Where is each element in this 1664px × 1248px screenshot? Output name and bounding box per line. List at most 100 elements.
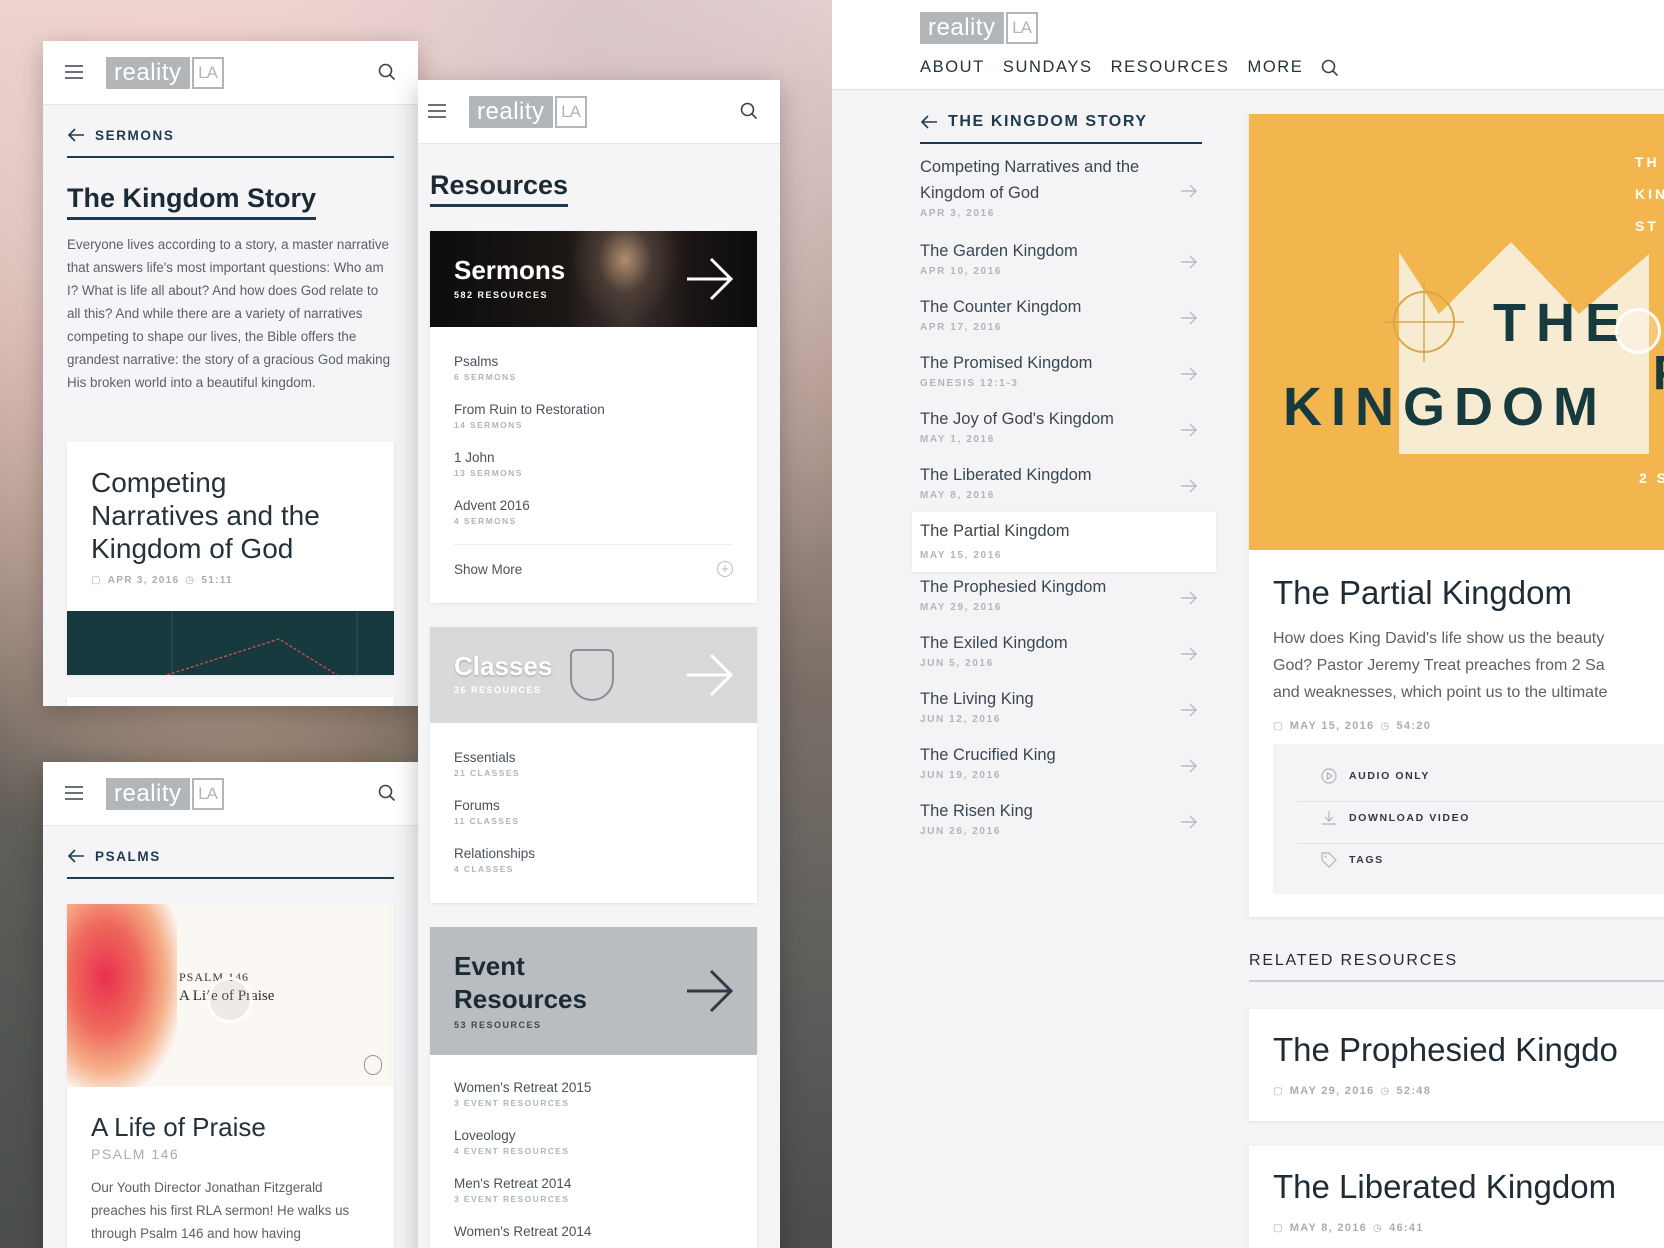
list-item[interactable]: Advent 2016 4 SERMONS	[454, 498, 530, 526]
heart-emblem-icon	[364, 1055, 382, 1075]
sermon-card-subtitle: PSALM 146	[91, 1146, 180, 1162]
list-item[interactable]: Men's Retreat 2014 3 EVENT RESOURCES	[454, 1176, 571, 1204]
list-item[interactable]: Loveology 4 EVENT RESOURCES	[454, 1128, 569, 1156]
divider	[67, 156, 394, 158]
sermon-list-item[interactable]: The Promised Kingdom GENESIS 12:1-3	[912, 344, 1216, 400]
search-icon[interactable]	[378, 784, 396, 802]
sermon-list-item-title: The Prophesied Kingdom	[920, 578, 1107, 596]
events-banner-count: 53 RESOURCES	[454, 1020, 542, 1030]
back-to-kingdom-story-link[interactable]: THE KINGDOM STORY	[920, 113, 1148, 131]
list-item[interactable]: Forums 11 CLASSES	[454, 798, 520, 826]
kingdom-story-artwork[interactable]: THE KINGDOM TH KIN ST P 2 S	[1249, 114, 1664, 550]
divider	[920, 142, 1202, 144]
sermon-list-item[interactable]: The Liberated Kingdom MAY 8, 2016	[912, 456, 1216, 512]
list-item[interactable]: Women's Retreat 2014	[454, 1224, 591, 1239]
hamburger-menu-icon[interactable]	[65, 786, 83, 800]
nav-more[interactable]: MORE	[1248, 58, 1304, 77]
tags-button[interactable]: TAGS	[1321, 852, 1384, 868]
nav-resources[interactable]: RESOURCES	[1111, 58, 1230, 77]
sermon-list-item[interactable]: The Crucified King JUN 19, 2016	[912, 736, 1216, 792]
sermon-card[interactable]: PSALM 146 A Life of Praise A Life of Pra…	[67, 904, 394, 1248]
reality-la-logo[interactable]: reality LA	[469, 96, 587, 128]
sermon-list-item[interactable]: The Garden Kingdom APR 10, 2016	[912, 232, 1216, 288]
search-icon[interactable]	[740, 102, 758, 120]
list-item[interactable]: 1 John 13 SERMONS	[454, 450, 523, 478]
list-item[interactable]: Relationships 4 CLASSES	[454, 846, 535, 874]
arrow-right-icon	[1181, 423, 1197, 437]
related-card-meta: ▢ MAY 29, 2016 ◷ 52:48	[1273, 1085, 1432, 1097]
phone-kingdom-story: reality LA SERMONS The Kingdom Story Eve…	[43, 41, 418, 706]
sermon-list-item[interactable]: The Living King JUN 12, 2016	[912, 680, 1216, 736]
art-text-side-2: KIN	[1635, 186, 1664, 202]
sermon-detail-meta: ▢ MAY 15, 2016 ◷ 54:20	[1273, 720, 1432, 732]
back-to-sermons-link[interactable]: SERMONS	[67, 127, 174, 143]
clock-icon: ◷	[1380, 1085, 1391, 1097]
play-button-icon[interactable]	[1615, 308, 1661, 354]
sermon-list-item[interactable]: The Prophesied Kingdom MAY 29, 2016	[912, 568, 1216, 624]
app-header: reality LA	[43, 762, 418, 826]
sermon-detail-desc-3: and weaknesses, which point us to the ul…	[1273, 684, 1608, 701]
main-nav: ABOUT SUNDAYS RESOURCES MORE	[920, 58, 1339, 77]
play-button-icon[interactable]	[207, 977, 253, 1023]
events-section: Event Resources 53 RESOURCES Women's Ret…	[430, 927, 757, 1248]
app-header: reality LA	[43, 41, 418, 105]
related-card[interactable]: The Prophesied Kingdo ▢ MAY 29, 2016 ◷ 5…	[1249, 1009, 1664, 1121]
hamburger-menu-icon[interactable]	[65, 65, 83, 79]
sermon-list-item[interactable]: The Exiled Kingdom JUN 5, 2016	[912, 624, 1216, 680]
nav-sundays[interactable]: SUNDAYS	[1003, 58, 1093, 77]
back-to-psalms-link[interactable]: PSALMS	[67, 848, 161, 864]
download-video-button[interactable]: DOWNLOAD VIDEO	[1321, 810, 1470, 826]
sermon-list-item[interactable]: The Partial Kingdom MAY 15, 2016	[912, 512, 1216, 572]
sermon-list-item-title: The Garden Kingdom	[920, 242, 1078, 260]
classes-banner[interactable]: Classes 36 RESOURCES	[430, 627, 757, 723]
list-item[interactable]: Women's Retreat 2015 3 EVENT RESOURCES	[454, 1080, 591, 1108]
sermon-list-item-date: JUN 12, 2016	[920, 714, 1001, 725]
related-card[interactable]: The Liberated Kingdom ▢ MAY 8, 2016 ◷ 46…	[1249, 1146, 1664, 1248]
sermon-list-item-title: The Risen King	[920, 802, 1033, 820]
sermon-list-item-title: The Partial Kingdom	[920, 522, 1070, 540]
arrow-left-icon	[67, 849, 84, 863]
sermon-list-item[interactable]: The Risen King JUN 26, 2016	[912, 792, 1216, 848]
next-card-peek	[67, 697, 394, 706]
sermon-detail-title: The Partial Kingdom	[1273, 574, 1572, 611]
sermon-list-item-date: JUN 26, 2016	[920, 826, 1001, 837]
sermon-card[interactable]: Competing Narratives and the Kingdom of …	[67, 442, 394, 675]
show-more-button[interactable]: Show More +	[454, 561, 733, 577]
list-item[interactable]: Essentials 21 CLASSES	[454, 750, 520, 778]
reality-la-logo[interactable]: reality LA	[106, 778, 224, 810]
sermon-list-item-date: MAY 1, 2016	[920, 434, 995, 445]
events-banner-title-1: Event	[454, 951, 525, 981]
clock-icon: ◷	[1373, 1222, 1384, 1234]
related-resources-heading: RELATED RESOURCES	[1249, 952, 1459, 969]
reality-la-logo[interactable]: reality LA	[920, 12, 1038, 44]
events-banner[interactable]: Event Resources 53 RESOURCES	[430, 927, 757, 1055]
sermon-list-item[interactable]: Competing Narratives and the Kingdom of …	[912, 148, 1216, 230]
arrow-right-icon	[1181, 255, 1197, 269]
list-item[interactable]: From Ruin to Restoration 14 SERMONS	[454, 402, 605, 430]
art-text-side-p: P	[1653, 346, 1664, 401]
arrow-right-icon	[1181, 479, 1197, 493]
calendar-icon: ▢	[1273, 1222, 1284, 1234]
sermon-list-item-title: The Crucified King	[920, 746, 1056, 764]
download-icon	[1322, 811, 1336, 825]
hamburger-menu-icon[interactable]	[428, 104, 446, 118]
sermon-card-thumbnail	[67, 611, 394, 675]
sermon-art-watercolor: PSALM 146 A Life of Praise	[67, 904, 394, 1087]
clock-icon: ◷	[185, 575, 196, 586]
app-header: reality LA	[418, 80, 780, 144]
search-icon[interactable]	[378, 63, 396, 81]
nav-about[interactable]: ABOUT	[920, 58, 985, 77]
arrow-left-icon	[67, 128, 84, 142]
audio-only-button[interactable]: AUDIO ONLY	[1321, 768, 1430, 784]
classes-section: Classes 36 RESOURCES Essentials 21 CLASSE…	[430, 627, 757, 903]
search-icon[interactable]	[1321, 59, 1339, 77]
tag-icon	[1321, 852, 1337, 868]
reality-la-logo[interactable]: reality LA	[106, 57, 224, 89]
sermon-list-item[interactable]: The Joy of God's Kingdom MAY 1, 2016	[912, 400, 1216, 456]
list-item[interactable]: Psalms 6 SERMONS	[454, 354, 517, 382]
sermon-list-item-date: JUN 19, 2016	[920, 770, 1001, 781]
arrow-right-icon	[1181, 647, 1197, 661]
sermon-card-description: Our Youth Director Jonathan Fitzgerald p…	[91, 1180, 350, 1241]
sermon-list-item[interactable]: The Counter Kingdom APR 17, 2016	[912, 288, 1216, 344]
sermons-banner[interactable]: Sermons 582 RESOURCES	[430, 231, 757, 327]
